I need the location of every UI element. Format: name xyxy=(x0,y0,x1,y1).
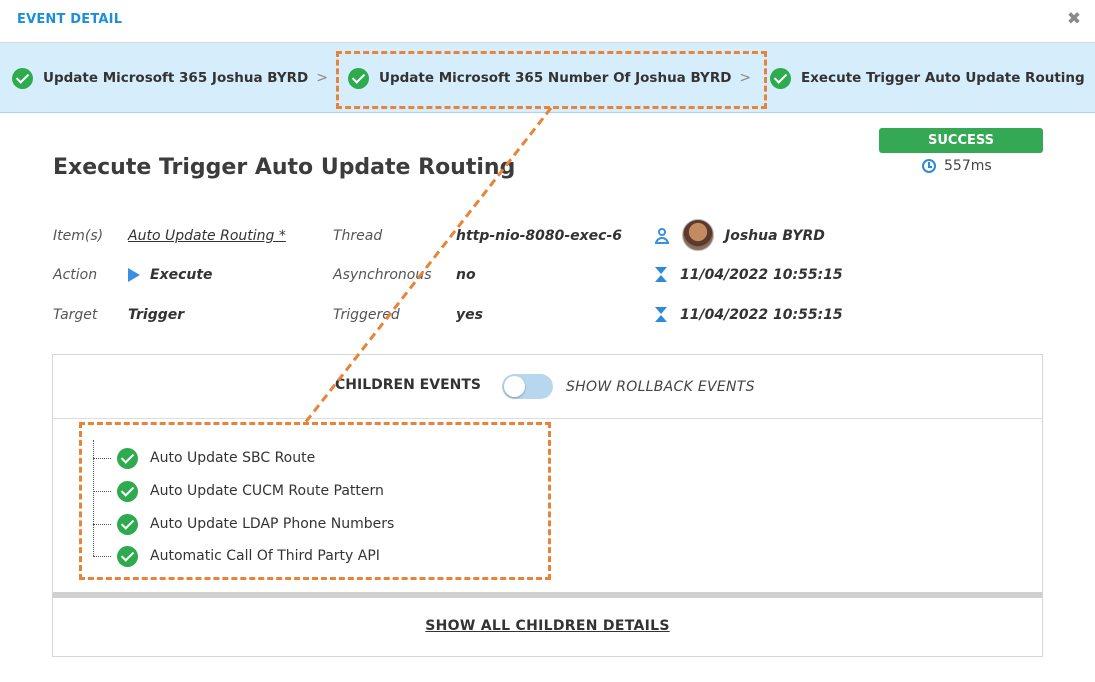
target-label: Target xyxy=(53,307,98,323)
rollback-toggle[interactable] xyxy=(502,374,553,399)
success-check-icon xyxy=(770,67,791,89)
breadcrumb-item-1[interactable]: Update Microsoft 365 Joshua BYRD > xyxy=(12,43,328,113)
triggered-label: Triggered xyxy=(333,307,400,323)
clock-icon xyxy=(922,159,936,173)
thread-label: Thread xyxy=(333,228,383,244)
user-icon xyxy=(655,228,669,244)
avatar xyxy=(682,219,714,251)
duration-value: 557ms xyxy=(944,158,992,174)
annotation-box-children xyxy=(79,422,551,580)
triggered-value: yes xyxy=(456,307,483,323)
async-value: no xyxy=(456,267,476,283)
duration: 557ms xyxy=(922,158,992,174)
dialog-title: EVENT DETAIL xyxy=(17,12,123,27)
end-time: 11/04/2022 10:55:15 xyxy=(680,307,843,323)
async-label: Asynchronous xyxy=(333,267,432,283)
start-time: 11/04/2022 10:55:15 xyxy=(680,267,843,283)
children-events-title: CHILDREN EVENTS xyxy=(335,377,481,393)
breadcrumb-item-3[interactable]: Execute Trigger Auto Update Routing xyxy=(770,43,1085,113)
breadcrumb-item-label: Execute Trigger Auto Update Routing xyxy=(801,70,1085,86)
items-label: Item(s) xyxy=(53,228,104,244)
action-value: Execute xyxy=(150,267,213,283)
close-icon[interactable]: ✖ xyxy=(1065,10,1083,28)
page-title: Execute Trigger Auto Update Routing xyxy=(53,155,516,180)
children-events-header: CHILDREN EVENTS SHOW ROLLBACK EVENTS xyxy=(53,355,1042,419)
show-all-children-link[interactable]: SHOW ALL CHILDREN DETAILS xyxy=(53,618,1042,634)
breadcrumb-item-label: Update Microsoft 365 Joshua BYRD xyxy=(43,70,309,86)
hourglass-icon xyxy=(655,307,667,322)
items-link[interactable]: Auto Update Routing * xyxy=(128,228,286,244)
panel-divider xyxy=(53,592,1042,598)
user-name: Joshua BYRD xyxy=(725,228,825,244)
action-label: Action xyxy=(53,267,98,283)
status-badge: SUCCESS xyxy=(879,128,1043,153)
annotation-box-breadcrumb xyxy=(336,51,767,109)
chevron-right-icon: > xyxy=(316,70,328,86)
rollback-label: SHOW ROLLBACK EVENTS xyxy=(566,379,755,395)
success-check-icon xyxy=(12,67,33,89)
hourglass-icon xyxy=(655,267,667,282)
thread-value: http-nio-8080-exec-6 xyxy=(456,228,623,244)
play-icon xyxy=(128,268,140,282)
toggle-knob xyxy=(504,376,525,397)
target-value: Trigger xyxy=(128,307,185,323)
